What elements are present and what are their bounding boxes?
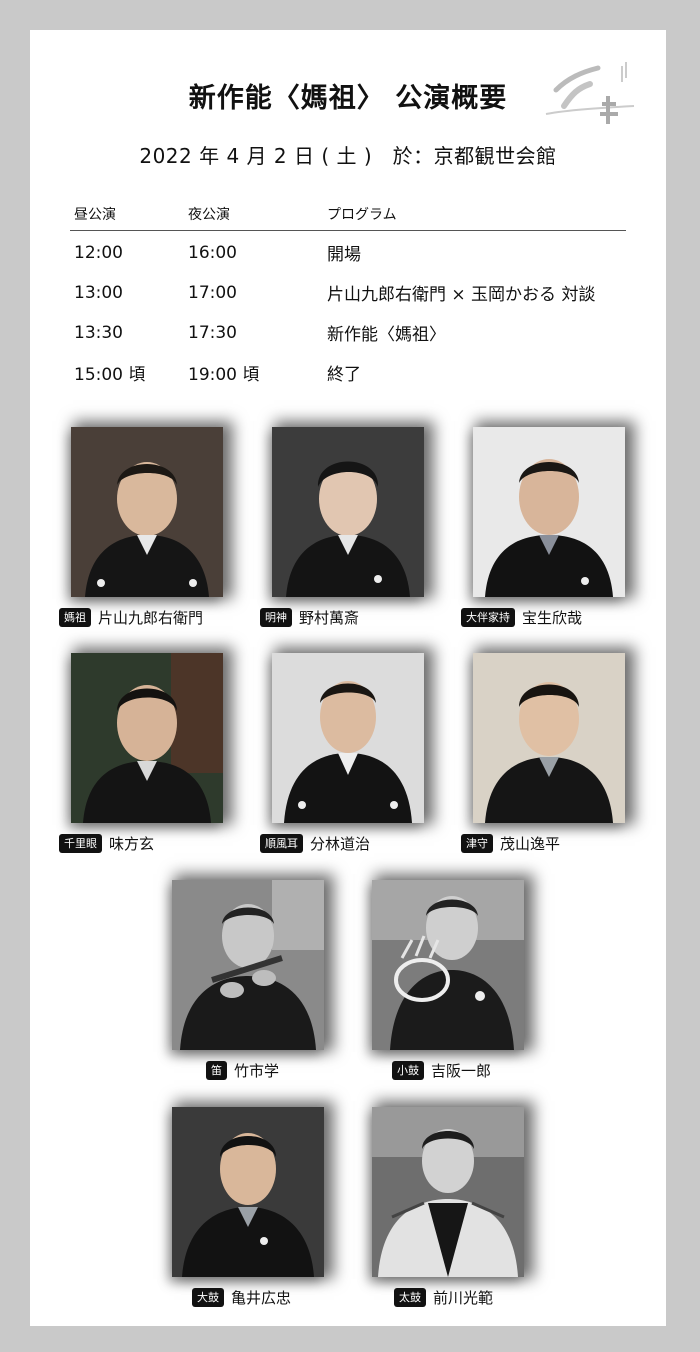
evening-time: 16:00: [188, 242, 237, 263]
role-badge: 千里眼: [59, 834, 102, 853]
cast-portrait: [372, 880, 524, 1050]
role-badge: 媽祖: [59, 608, 91, 627]
performer-name: 野村萬斎: [299, 609, 360, 627]
program-item: 開場: [327, 245, 361, 265]
program-item: 片山九郎右衛門 × 玉岡かおる 対談: [327, 285, 596, 305]
schedule-table: 昼公演 夜公演 プログラム 12:00 16:00 開場 13:00 17:00…: [70, 200, 626, 391]
cast-portrait: [71, 427, 223, 597]
cast-caption: 笛 竹市学: [206, 1060, 279, 1081]
performer-name: 宝生欣哉: [522, 609, 583, 627]
header-program: プログラム: [323, 200, 626, 231]
cast-caption: 大伴家持 宝生欣哉: [461, 607, 582, 628]
cast-caption: 媽祖 片山九郎右衛門: [59, 607, 203, 628]
cast-member-card: 媽祖 片山九郎右衛門: [59, 427, 223, 627]
schedule-row: 12:00 16:00 開場: [70, 231, 626, 272]
cast-member-card: 小鼓 吉阪一郎: [372, 880, 524, 1080]
cast-member-card: 明神 野村萬斎: [260, 427, 424, 627]
schedule-header-row: 昼公演 夜公演 プログラム: [70, 200, 626, 231]
cast-caption: 明神 野村萬斎: [260, 607, 359, 628]
matinee-time: 15:00 頃: [74, 365, 146, 385]
cast-portrait: [272, 427, 424, 597]
cast-portrait: [71, 653, 223, 823]
cast-member-card: 笛 竹市学: [172, 880, 324, 1080]
cast-member-card: 順風耳 分林道治: [260, 653, 424, 853]
role-badge: 太鼓: [394, 1288, 426, 1307]
role-badge: 笛: [206, 1061, 227, 1080]
schedule-row: 15:00 頃 19:00 頃 終了: [70, 351, 626, 391]
page-title: 新作能〈媽祖〉 公演概要: [188, 83, 508, 114]
performer-name: 茂山逸平: [500, 835, 561, 853]
program-item: 新作能〈媽祖〉: [327, 325, 446, 345]
role-badge: 津守: [461, 834, 493, 853]
cast-portrait: [172, 1107, 324, 1277]
schedule-row: 13:00 17:00 片山九郎右衛門 × 玉岡かおる 対談: [70, 271, 626, 311]
header-matinee: 昼公演: [70, 200, 184, 231]
cast-caption: 小鼓 吉阪一郎: [392, 1060, 491, 1081]
evening-time: 19:00 頃: [188, 365, 260, 385]
cast-caption: 順風耳 分林道治: [260, 833, 370, 854]
evening-time: 17:00: [188, 282, 237, 303]
performer-name: 吉阪一郎: [431, 1062, 492, 1080]
role-badge: 明神: [260, 608, 292, 627]
cast-portrait: [272, 653, 424, 823]
cast-member-card: 大鼓 亀井広忠: [172, 1107, 324, 1307]
cast-member-card: 千里眼 味方玄: [59, 653, 223, 853]
schedule-row: 13:30 17:30 新作能〈媽祖〉: [70, 311, 626, 351]
performer-name: 分林道治: [310, 835, 371, 853]
performer-name: 片山九郎右衛門: [98, 609, 204, 627]
performer-name: 味方玄: [109, 835, 155, 853]
cast-caption: 大鼓 亀井広忠: [192, 1287, 291, 1308]
matinee-time: 12:00: [74, 242, 123, 263]
cast-portrait: [473, 653, 625, 823]
cast-portrait: [473, 427, 625, 597]
cast-caption: 津守 茂山逸平: [461, 833, 560, 854]
role-badge: 順風耳: [260, 834, 303, 853]
matinee-time: 13:00: [74, 282, 123, 303]
performer-name: 亀井広忠: [231, 1289, 292, 1307]
cast-member-card: 太鼓 前川光範: [372, 1107, 524, 1307]
program-item: 終了: [327, 365, 361, 385]
header-evening: 夜公演: [184, 200, 323, 231]
evening-time: 17:30: [188, 322, 237, 343]
role-badge: 小鼓: [392, 1061, 424, 1080]
cast-member-card: 大伴家持 宝生欣哉: [461, 427, 625, 627]
cast-caption: 千里眼 味方玄: [59, 833, 154, 854]
cast-caption: 太鼓 前川光範: [394, 1287, 493, 1308]
event-date-venue: 2022 年 4 月 2 日 ( 土 ) 於：京都観世会館: [139, 144, 557, 168]
role-badge: 大鼓: [192, 1288, 224, 1307]
poster-card: 新作能〈媽祖〉 公演概要 2022 年 4 月 2 日 ( 土 ) 於：京都観世…: [30, 30, 666, 1326]
cast-member-card: 津守 茂山逸平: [461, 653, 625, 853]
matinee-time: 13:30: [74, 322, 123, 343]
performer-name: 竹市学: [234, 1062, 280, 1080]
performer-name: 前川光範: [433, 1289, 494, 1307]
role-badge: 大伴家持: [461, 608, 515, 627]
cast-portrait: [172, 880, 324, 1050]
cast-portrait: [372, 1107, 524, 1277]
